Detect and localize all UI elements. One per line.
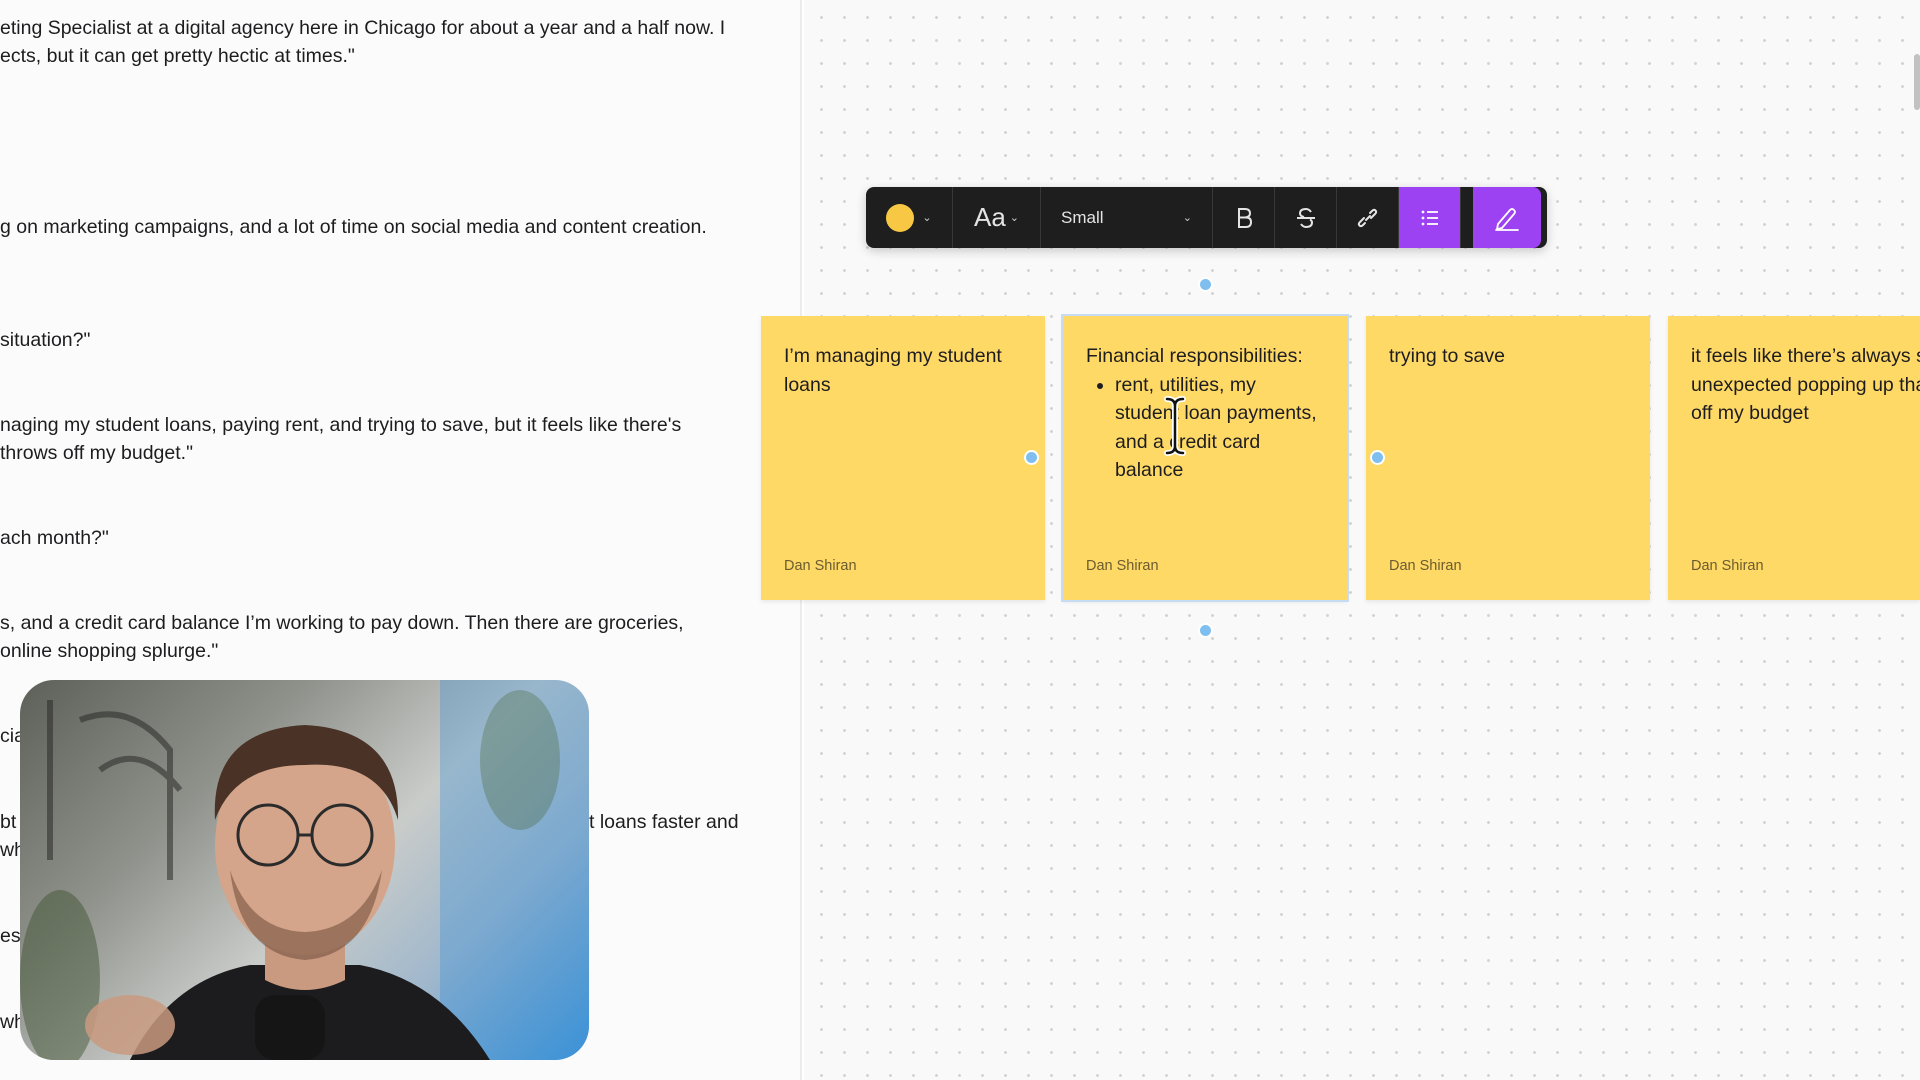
color-picker-button[interactable]: ⌄ <box>866 187 953 248</box>
bold-icon <box>1237 207 1252 228</box>
sticky-bullet-list[interactable]: rent, utilities, my student loan payment… <box>1086 371 1324 485</box>
connector-handle-top[interactable] <box>1198 277 1213 292</box>
link-icon <box>1357 208 1377 227</box>
transcript-line: g on marketing campaigns, and a lot of t… <box>0 216 707 238</box>
strikethrough-icon <box>1296 207 1315 228</box>
transcript-line: s, and a credit card balance I’m working… <box>0 612 684 634</box>
chevron-down-icon: ⌄ <box>1009 212 1020 224</box>
bullet-list-icon <box>1421 210 1438 225</box>
font-label: Aa <box>973 202 1006 232</box>
connector-handle-right[interactable] <box>1370 450 1385 465</box>
text-cursor-icon <box>1164 396 1186 456</box>
toolbar-divider <box>1461 187 1473 248</box>
transcript-line: online shopping splurge." <box>0 640 219 662</box>
sticky-author: Dan Shiran <box>1086 558 1159 574</box>
transcript-line: bt <box>0 811 17 833</box>
sticky-text[interactable]: it feels like there’s always something u… <box>1691 342 1920 428</box>
transcript-line: ects, but it can get pretty hectic at ti… <box>0 45 355 67</box>
sticky-note-selected[interactable]: Financial responsibilities: rent, utilit… <box>1061 314 1349 602</box>
sticky-text[interactable]: I’m managing my student loans <box>784 342 1022 399</box>
transcript-line: throws off my budget." <box>0 442 193 464</box>
bold-button[interactable] <box>1213 187 1275 248</box>
vertical-scrollbar[interactable] <box>1914 54 1920 110</box>
transcript-line: t loans faster and <box>589 811 739 833</box>
connector-handle-left[interactable] <box>1024 450 1039 465</box>
presenter-video-frame <box>20 680 589 1060</box>
sticky-heading[interactable]: Financial responsibilities: <box>1086 342 1324 371</box>
sticky-format-toolbar: ⌄ Aa ⌄ Small ⌄ <box>866 187 1547 248</box>
draw-pen-button[interactable] <box>1473 187 1541 248</box>
transcript-line: ach month?" <box>0 527 109 549</box>
sticky-color-swatch <box>886 203 915 232</box>
sticky-author: Dan Shiran <box>1691 558 1764 574</box>
transcript-line: eting Specialist at a digital agency her… <box>0 17 726 39</box>
font-picker-button[interactable]: Aa ⌄ <box>953 187 1041 248</box>
sticky-note[interactable]: I’m managing my student loans Dan Shiran <box>761 316 1045 600</box>
sticky-author: Dan Shiran <box>1389 558 1462 574</box>
font-size-value: Small <box>1061 207 1104 227</box>
chevron-down-icon: ⌄ <box>922 212 932 224</box>
bullet-list-button[interactable] <box>1399 187 1461 248</box>
app-window: eting Specialist at a digital agency her… <box>0 0 1920 1080</box>
sticky-author: Dan Shiran <box>784 558 857 574</box>
transcript-line: naging my student loans, paying rent, an… <box>0 414 682 436</box>
pen-icon <box>1495 207 1519 231</box>
sticky-note[interactable]: it feels like there’s always something u… <box>1668 316 1920 600</box>
link-button[interactable] <box>1337 187 1399 248</box>
chevron-down-icon: ⌄ <box>1182 212 1192 224</box>
connector-handle-bottom[interactable] <box>1198 623 1213 638</box>
webcam-video <box>20 680 589 1060</box>
sticky-note[interactable]: trying to save Dan Shiran <box>1366 316 1650 600</box>
font-size-select[interactable]: Small ⌄ <box>1041 187 1213 248</box>
sticky-text[interactable]: trying to save <box>1389 342 1627 371</box>
transcript-line: situation?" <box>0 329 91 351</box>
sticky-bullet-item[interactable]: rent, utilities, my student loan payment… <box>1115 371 1324 485</box>
strikethrough-button[interactable] <box>1275 187 1337 248</box>
